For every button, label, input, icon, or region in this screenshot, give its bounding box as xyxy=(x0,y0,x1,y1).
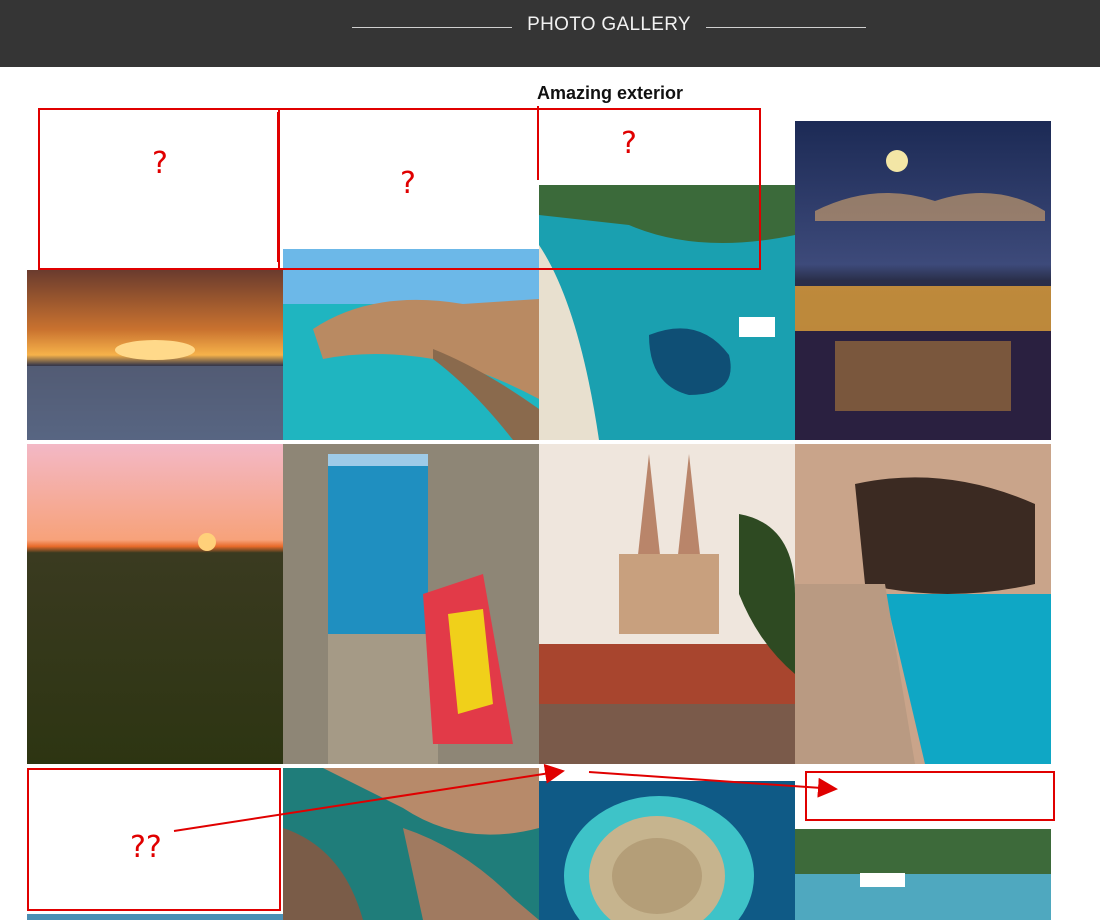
photo-dubrovnik-coast[interactable] xyxy=(283,249,539,440)
photo-cliff-jump[interactable] xyxy=(795,444,1051,764)
photo-cathedral-city[interactable] xyxy=(539,444,795,764)
photo-fingerprint-island[interactable] xyxy=(539,781,795,920)
header-divider-left xyxy=(352,27,512,28)
annotation-box-1 xyxy=(38,108,280,270)
annotation-box-4 xyxy=(805,771,1055,821)
header-bar: PHOTO GALLERY xyxy=(0,0,1100,67)
photo-sunflower-field[interactable] xyxy=(27,444,283,764)
section-subtitle: Amazing exterior xyxy=(536,83,684,103)
photo-partial-bottom-left[interactable] xyxy=(27,914,283,920)
annotation-line-2 xyxy=(537,106,539,180)
annotation-question-4: ?? xyxy=(130,830,162,865)
photo-alley-sea[interactable] xyxy=(283,444,539,764)
page-title: PHOTO GALLERY xyxy=(527,14,691,35)
annotation-box-2 xyxy=(279,108,761,270)
header-divider-right xyxy=(706,27,866,28)
photo-rocky-shore[interactable] xyxy=(283,768,539,920)
annotation-question-2: ? xyxy=(400,166,416,201)
annotation-question-1: ? xyxy=(152,146,168,181)
annotation-question-3: ? xyxy=(621,126,637,161)
photo-bay-boat[interactable] xyxy=(795,829,1051,920)
photo-night-harbor[interactable] xyxy=(795,121,1051,440)
photo-sunset-pier[interactable] xyxy=(27,270,283,440)
